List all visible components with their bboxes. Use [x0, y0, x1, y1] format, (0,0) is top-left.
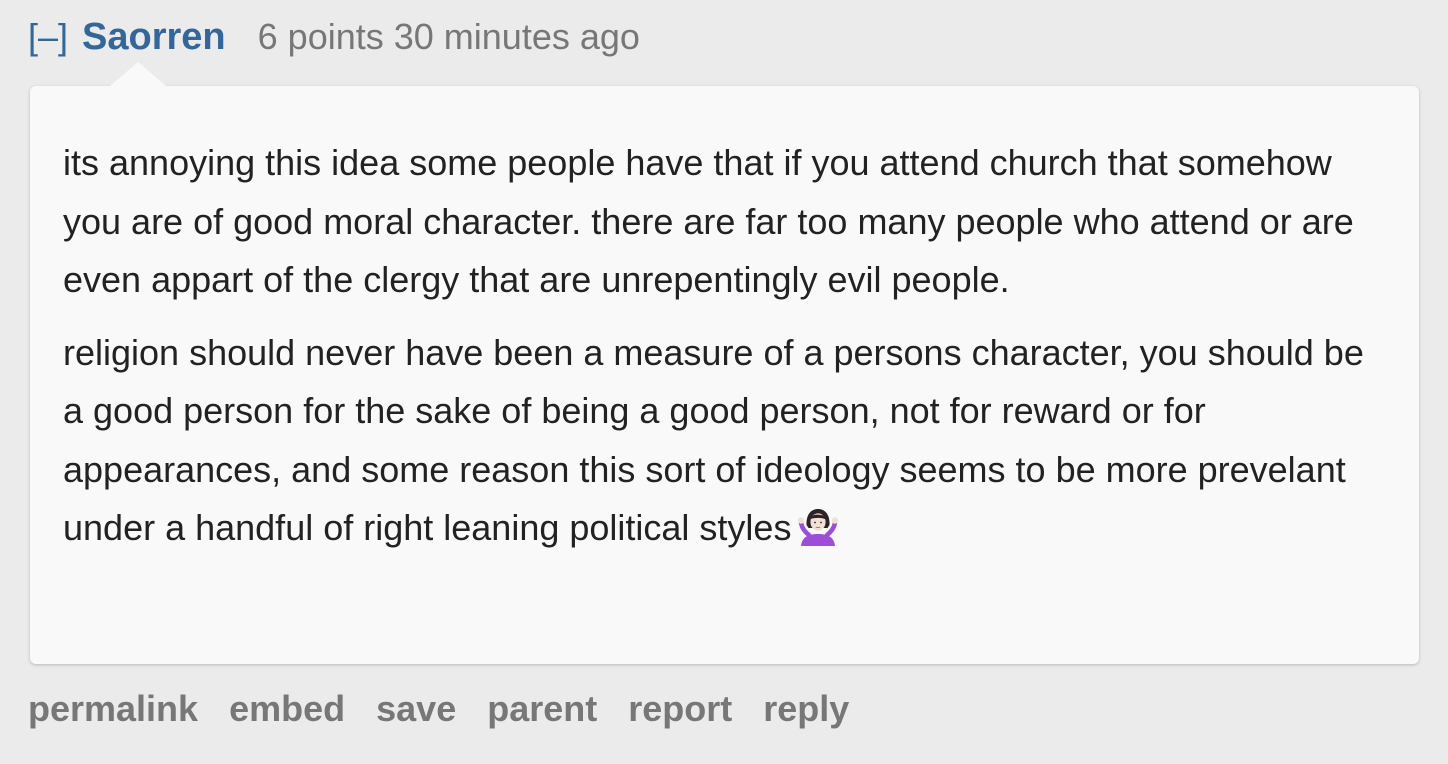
reply-button[interactable]: reply [763, 688, 849, 730]
report-button[interactable]: report [628, 688, 732, 730]
comment-text: its annoying this idea some people have … [63, 134, 1386, 558]
comment-body: its annoying this idea some people have … [30, 62, 1419, 664]
person-shrugging-emoji-icon [798, 509, 839, 546]
collapse-toggle[interactable]: [–] [28, 16, 68, 58]
comment-paragraph-with-emoji: religion should never have been a measur… [63, 324, 1386, 558]
comment-tagline: [–] Saorren 6 points 30 minutes ago [28, 16, 640, 62]
author-link[interactable]: Saorren [82, 16, 226, 59]
comment-timestamp: 30 minutes ago [393, 16, 640, 57]
comment-score: 6 points [257, 16, 384, 57]
comment-paragraph: religion should never have been a measur… [63, 331, 1364, 549]
embed-button[interactable]: embed [229, 688, 345, 730]
comment: [–] Saorren 6 points 30 minutes ago its … [0, 0, 1448, 764]
permalink-button[interactable]: permalink [28, 688, 198, 730]
comment-actions: permalink embed save parent report reply [28, 688, 880, 730]
parent-button[interactable]: parent [487, 688, 597, 730]
save-button[interactable]: save [376, 688, 456, 730]
comment-paragraph: its annoying this idea some people have … [63, 142, 1354, 300]
bubble-pointer [110, 62, 166, 86]
